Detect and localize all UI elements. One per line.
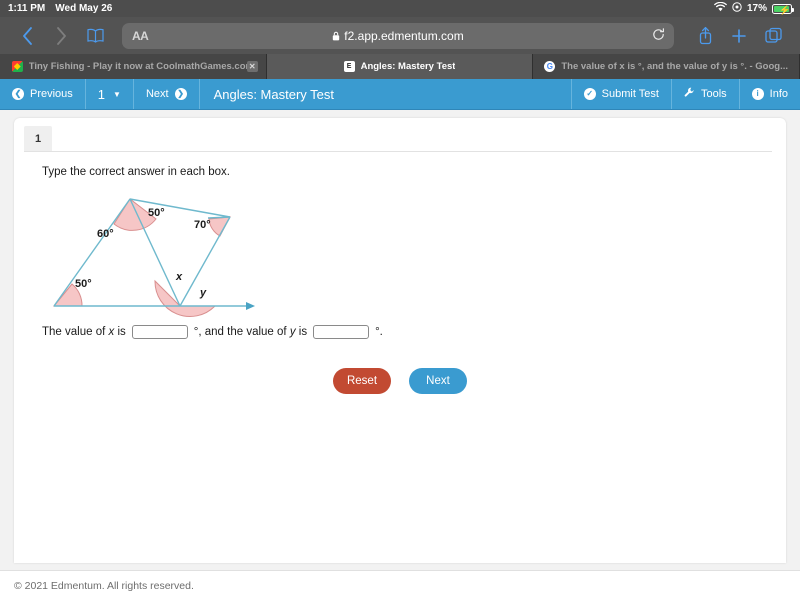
svg-text:y: y [199, 287, 207, 299]
answer-sentence: The value of x is °, and the value of y … [42, 325, 383, 339]
degree-after-y: °. [375, 326, 383, 338]
previous-label: Previous [30, 88, 73, 100]
bookmarks-button[interactable] [78, 21, 112, 51]
do-not-disturb-icon [732, 2, 742, 15]
previous-button[interactable]: ❮ Previous [0, 79, 86, 109]
check-circle-icon: ✓ [583, 88, 596, 100]
lock-icon [333, 31, 340, 40]
info-circle-icon: i [751, 88, 764, 100]
svg-text:50°: 50° [75, 278, 92, 290]
arrow-right-circle-icon: ❯ [174, 88, 187, 100]
url-text: f2.app.edmentum.com [344, 28, 464, 43]
tab-title: The value of x is °, and the value of y … [561, 61, 789, 72]
variable-x-label: x [108, 326, 115, 338]
tools-label: Tools [700, 88, 727, 100]
coolmath-favicon [11, 61, 23, 72]
degree-after-x: °, and the value of [193, 326, 287, 338]
assessment-page: 1 Type the correct answer in each box. 5… [0, 110, 800, 601]
question-card: 1 Type the correct answer in each box. 5… [14, 118, 786, 563]
close-icon[interactable]: ✕ [246, 61, 258, 72]
svg-text:x: x [175, 271, 183, 283]
wifi-icon [714, 1, 727, 15]
answer-mid-1: is [117, 326, 126, 338]
next-label: Next [145, 88, 169, 100]
browser-tab-coolmath[interactable]: Tiny Fishing - Play it now at CoolmathGa… [0, 54, 267, 79]
ipad-status-bar: 1:11 PM Wed May 26 17% ⚡ [0, 0, 800, 17]
reset-button[interactable]: Reset [333, 368, 391, 394]
google-favicon: G [544, 61, 556, 72]
back-button[interactable] [10, 21, 44, 51]
arrow-left-circle-icon: ❮ [12, 88, 24, 100]
action-button-row: Reset Next [14, 368, 786, 394]
submit-test-button[interactable]: ✓ Submit Test [570, 79, 671, 109]
url-display: f2.app.edmentum.com [122, 29, 674, 43]
status-bar-right: 17% ⚡ [714, 1, 794, 15]
page-number: 1 [97, 86, 106, 102]
address-bar[interactable]: AA f2.app.edmentum.com [122, 22, 674, 49]
tab-overview-button[interactable] [756, 21, 790, 51]
answer-prefix: The value of [42, 326, 106, 338]
share-button[interactable] [688, 21, 722, 51]
battery-charging-icon: ⚡ [772, 3, 794, 15]
info-label: Info [769, 88, 788, 100]
new-tab-button[interactable] [722, 21, 756, 51]
page-selector[interactable]: 1 ▼ [86, 79, 134, 109]
svg-text:60°: 60° [97, 228, 114, 240]
svg-text:70°: 70° [194, 219, 211, 231]
wrench-icon [684, 87, 695, 101]
answer-input-y[interactable] [313, 325, 370, 339]
footer: © 2021 Edmentum. All rights reserved. [0, 570, 800, 601]
svg-text:50°: 50° [148, 207, 165, 219]
edmentum-favicon: E [343, 61, 355, 72]
tools-button[interactable]: Tools [670, 79, 739, 109]
assessment-navbar: ❮ Previous 1 ▼ Next ❯ Angles: Mastery Te… [0, 79, 800, 110]
text-size-button[interactable]: AA [132, 29, 149, 43]
next-question-button[interactable]: Next [409, 368, 467, 394]
tab-title: Tiny Fishing - Play it now at CoolmathGa… [28, 61, 254, 72]
reload-button[interactable] [652, 27, 665, 44]
clock: 1:11 PM [8, 3, 46, 14]
question-tab-divider [24, 151, 772, 152]
chevron-down-icon: ▼ [113, 89, 121, 99]
tab-title: Angles: Mastery Test [360, 61, 456, 72]
browser-tab-strip: Tiny Fishing - Play it now at CoolmathGa… [0, 54, 800, 79]
angles-diagram: 50° 60° 70° 50° x y [42, 188, 292, 318]
browser-tab-google-search[interactable]: G The value of x is °, and the value of … [533, 54, 800, 79]
answer-mid-2: is [298, 326, 308, 338]
variable-y-label: y [289, 326, 296, 338]
status-bar-left: 1:11 PM Wed May 26 [8, 3, 112, 14]
browser-toolbar: AA f2.app.edmentum.com [0, 17, 800, 54]
date-label: Wed May 26 [55, 3, 113, 14]
next-button[interactable]: Next ❯ [134, 79, 200, 109]
assessment-navbar-right: ✓ Submit Test Tools i Info [570, 79, 800, 109]
battery-percent-label: 17% [746, 3, 767, 14]
submit-test-label: Submit Test [601, 88, 659, 100]
page-title: Angles: Mastery Test [213, 86, 334, 102]
browser-tab-angles-mastery-test[interactable]: E Angles: Mastery Test [266, 54, 534, 79]
info-button[interactable]: i Info [738, 79, 800, 109]
question-tab-1[interactable]: 1 [24, 126, 52, 151]
question-prompt: Type the correct answer in each box. [42, 166, 230, 178]
forward-button[interactable] [44, 21, 78, 51]
copyright-label: © 2021 Edmentum. All rights reserved. [14, 580, 194, 592]
answer-input-x[interactable] [131, 325, 188, 339]
